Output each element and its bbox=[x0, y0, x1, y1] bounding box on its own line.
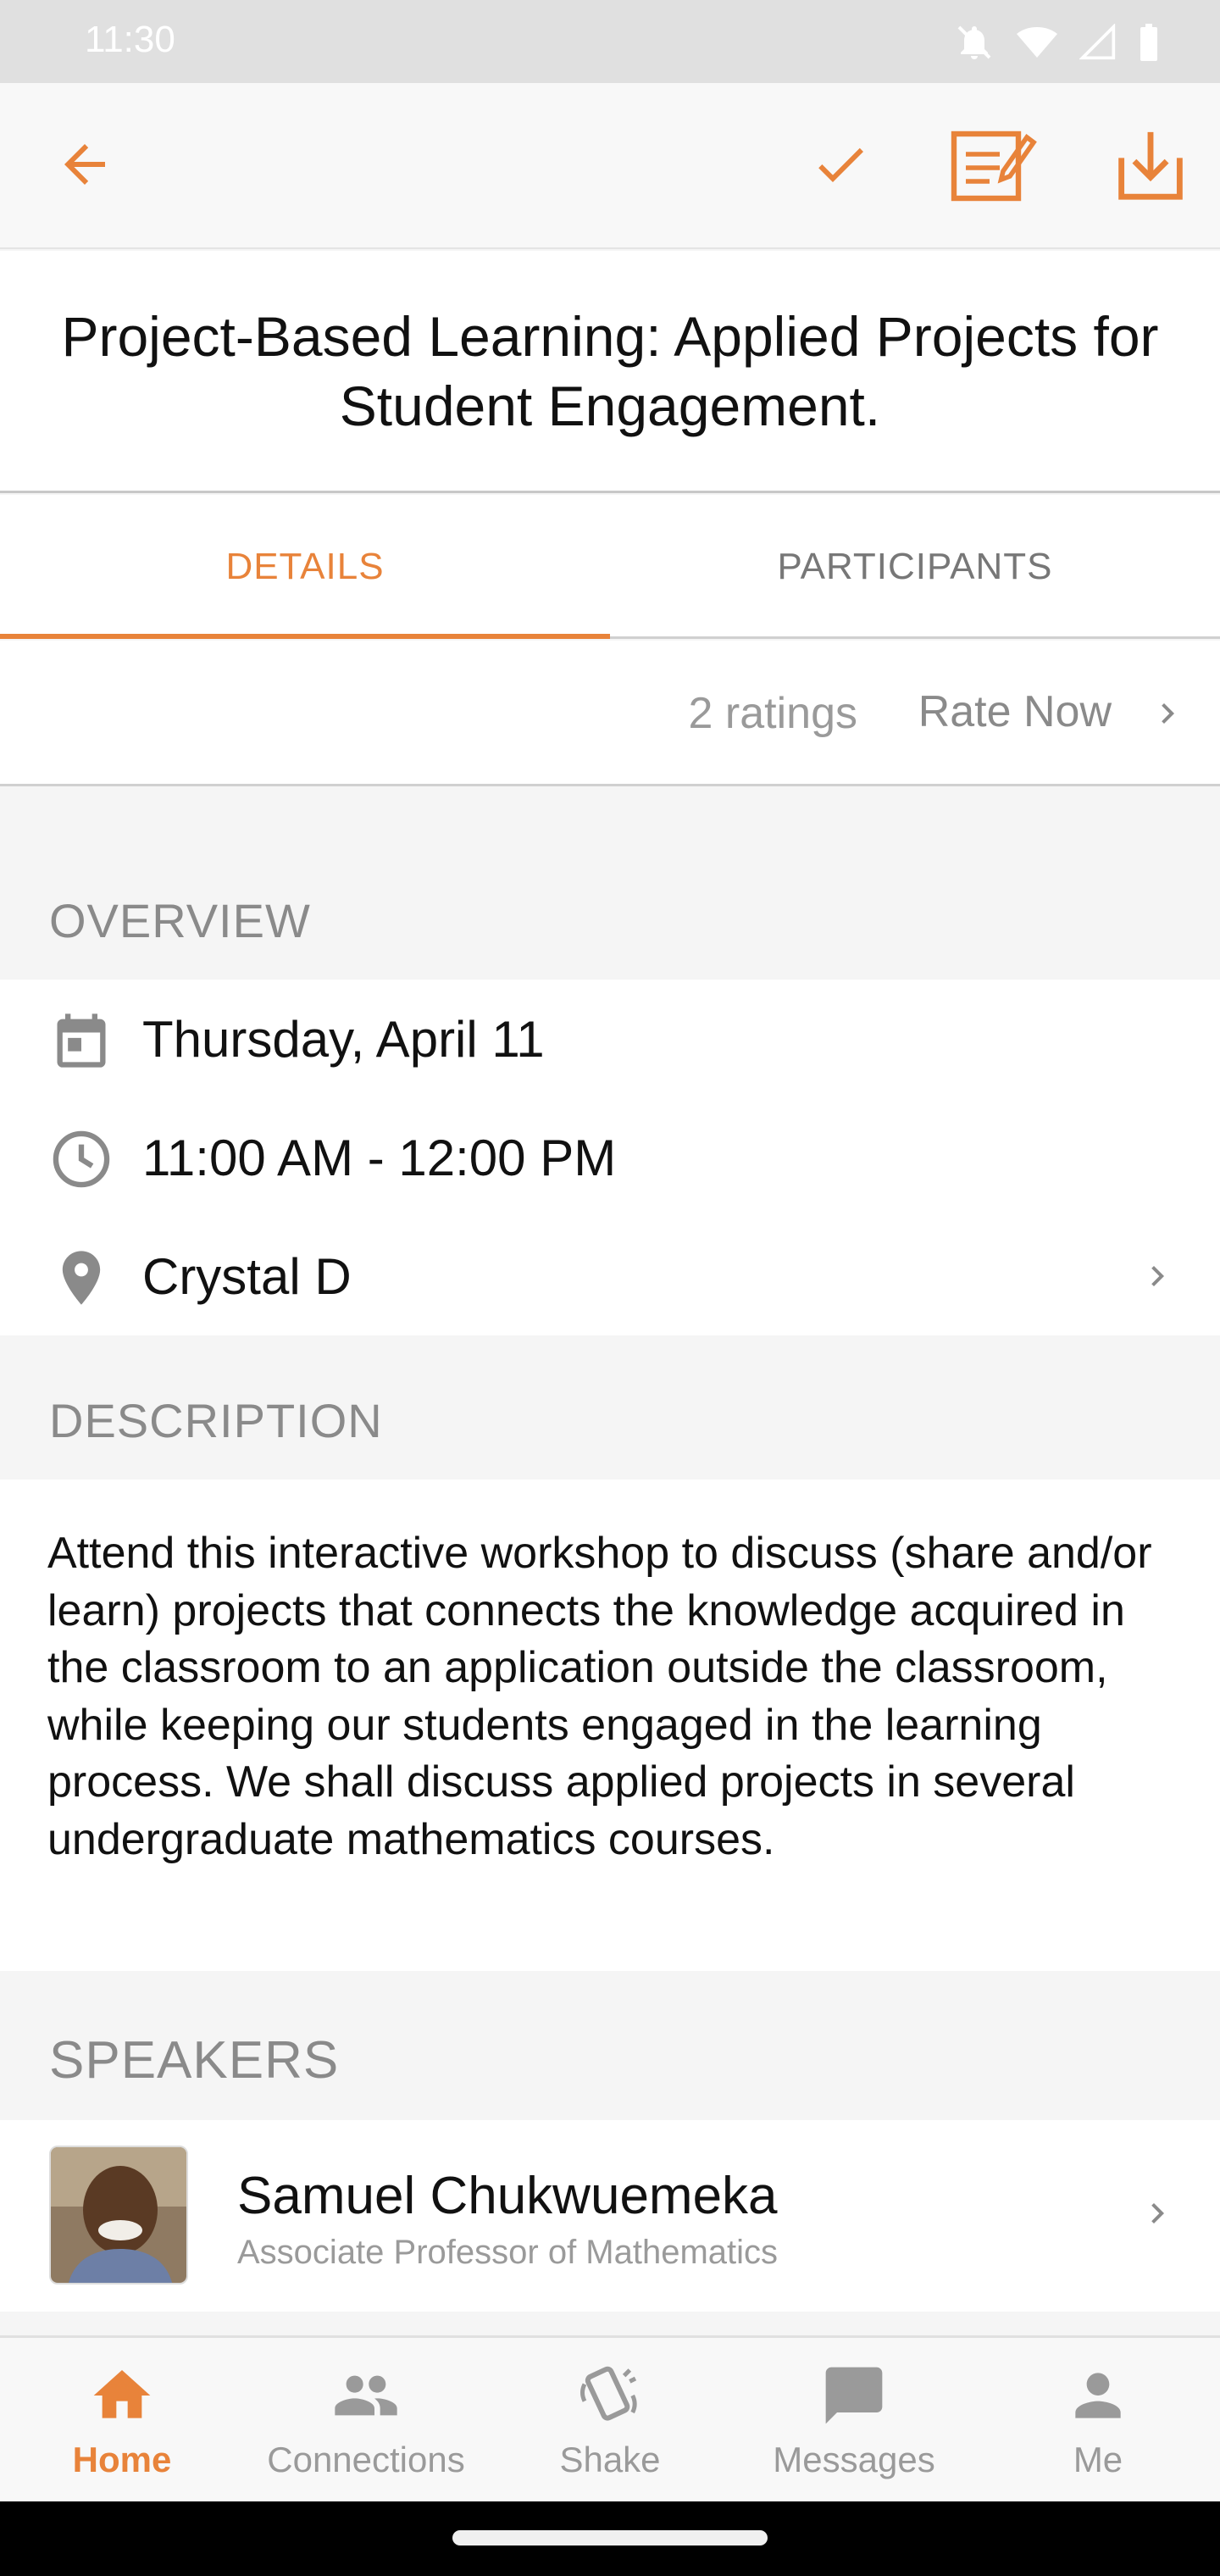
checkmark-icon[interactable] bbox=[807, 134, 874, 195]
overview-label: OVERVIEW bbox=[49, 894, 311, 947]
nav-connections-label: Connections bbox=[267, 2440, 465, 2479]
chevron-right-icon bbox=[1162, 703, 1174, 724]
clock-icon bbox=[53, 1130, 110, 1188]
nav-shake-label: Shake bbox=[559, 2440, 661, 2479]
home-gesture-pill[interactable] bbox=[452, 2530, 768, 2545]
shake-phone-icon bbox=[580, 2366, 637, 2421]
nav-messages[interactable]: Messages bbox=[732, 2338, 976, 2504]
session-time: 11:00 AM - 12:00 PM bbox=[142, 1130, 617, 1186]
ratings-row[interactable]: 2 ratings Rate Now bbox=[0, 641, 1220, 786]
back-arrow-icon[interactable] bbox=[54, 134, 115, 195]
description-text: Attend this interactive workshop to disc… bbox=[47, 1529, 1152, 1864]
speaker-title: Associate Professor of Mathematics bbox=[237, 2234, 779, 2271]
system-navigation-bar bbox=[0, 2501, 1220, 2576]
location-pin-icon bbox=[62, 1251, 101, 1305]
status-time: 11:30 bbox=[85, 19, 175, 60]
nav-home[interactable]: Home bbox=[0, 2338, 244, 2504]
nav-connections[interactable]: Connections bbox=[244, 2338, 488, 2504]
status-bar: 11:30 bbox=[0, 0, 1220, 83]
tab-details[interactable]: DETAILS bbox=[0, 495, 610, 639]
people-icon bbox=[335, 2375, 397, 2416]
speaker-name: Samuel Chukwuemeka bbox=[237, 2167, 778, 2225]
download-icon[interactable] bbox=[1115, 125, 1186, 203]
rate-now-link[interactable]: Rate Now bbox=[918, 686, 1112, 737]
session-date: Thursday, April 11 bbox=[142, 1011, 545, 1068]
date-row: Thursday, April 11 bbox=[0, 980, 1220, 1098]
wifi-icon bbox=[1017, 27, 1057, 58]
speakers-label: SPEAKERS bbox=[49, 2031, 340, 2090]
description-label: DESCRIPTION bbox=[49, 1394, 383, 1447]
mute-icon bbox=[957, 25, 991, 59]
speaker-avatar bbox=[49, 2146, 188, 2285]
chevron-right-icon bbox=[1151, 1266, 1164, 1286]
note-icon[interactable] bbox=[949, 124, 1037, 205]
message-icon bbox=[825, 2367, 883, 2424]
app-bar bbox=[0, 83, 1220, 249]
nav-messages-label: Messages bbox=[773, 2440, 935, 2479]
chevron-right-icon bbox=[1151, 2203, 1164, 2223]
session-title-area: Project-Based Learning: Applied Projects… bbox=[0, 251, 1220, 493]
session-location: Crystal D bbox=[142, 1248, 352, 1305]
home-icon bbox=[93, 2370, 151, 2418]
nav-shake[interactable]: Shake bbox=[488, 2338, 732, 2504]
time-row: 11:00 AM - 12:00 PM bbox=[0, 1098, 1220, 1217]
overview-panel: Thursday, April 11 11:00 AM - 12:00 PM C… bbox=[0, 980, 1220, 1335]
tab-bar: DETAILS PARTICIPANTS bbox=[0, 495, 1220, 639]
bottom-navigation: Home Connections Shake Messages Me bbox=[0, 2335, 1220, 2501]
nav-me[interactable]: Me bbox=[976, 2338, 1220, 2504]
location-row[interactable]: Crystal D bbox=[0, 1217, 1220, 1335]
calendar-icon bbox=[57, 1013, 106, 1068]
speaker-row[interactable]: Samuel Chukwuemeka Associate Professor o… bbox=[0, 2120, 1220, 2312]
signal-icon bbox=[1079, 24, 1116, 60]
nav-home-label: Home bbox=[72, 2440, 172, 2479]
ratings-count: 2 ratings bbox=[688, 689, 857, 738]
session-title: Project-Based Learning: Applied Projects… bbox=[61, 304, 1159, 437]
battery-icon bbox=[1140, 24, 1157, 61]
person-icon bbox=[1075, 2373, 1121, 2418]
tab-participants[interactable]: PARTICIPANTS bbox=[610, 495, 1220, 639]
nav-me-label: Me bbox=[1073, 2440, 1123, 2479]
